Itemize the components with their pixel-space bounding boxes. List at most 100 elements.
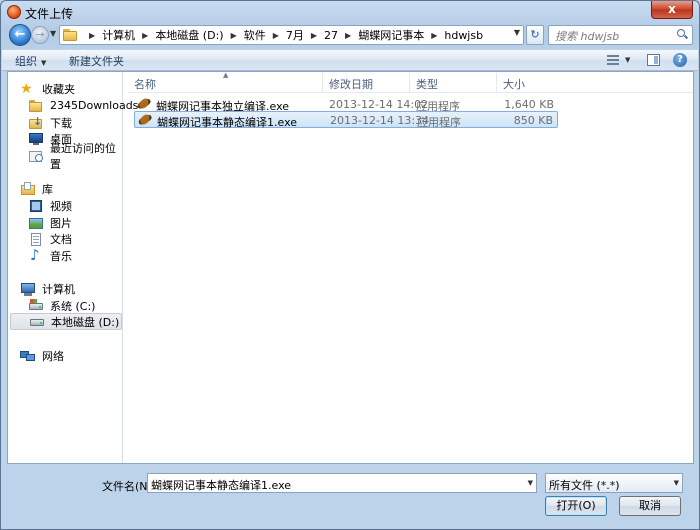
- view-options-icon[interactable]: [607, 55, 619, 65]
- sidebar-item-documents[interactable]: 文档: [28, 230, 122, 247]
- chevron-right-icon[interactable]: ▶: [231, 31, 237, 40]
- sidebar-item-videos[interactable]: 视频: [28, 197, 122, 214]
- file-size: 1,640 KB: [504, 98, 554, 111]
- recent-places-icon: [28, 149, 44, 163]
- navigation-bar: ← → ▼ ▶ 计算机 ▶ 本地磁盘 (D:) ▶ 软件 ▶ 7月 ▶ 27 ▶…: [1, 23, 699, 47]
- breadcrumb-27[interactable]: 27: [324, 29, 338, 42]
- breadcrumb-hdwjsb[interactable]: hdwjsb: [444, 29, 483, 42]
- sidebar-item-2345downloads[interactable]: 2345Downloads: [28, 97, 138, 114]
- sidebar-label: 2345Downloads: [50, 99, 139, 112]
- desktop-icon: [28, 132, 44, 146]
- sidebar-item-drive-c[interactable]: 系统 (C:): [28, 297, 122, 314]
- cancel-button[interactable]: 取消: [619, 496, 681, 516]
- sidebar-computer[interactable]: 计算机: [20, 280, 120, 297]
- file-type-filter-select[interactable]: 所有文件 (*.*) ▼: [545, 473, 683, 493]
- address-bar[interactable]: ▶ 计算机 ▶ 本地磁盘 (D:) ▶ 软件 ▶ 7月 ▶ 27 ▶ 蝴蝶网记事…: [59, 25, 524, 45]
- content-area: ★ 收藏夹 2345Downloads ↓ 下载 桌面 最近访问的位置 库 视频…: [7, 71, 694, 464]
- folder-icon: [28, 99, 44, 113]
- file-list: 名称 ▲ 修改日期 类型 大小 蝴蝶网记事本独立编译.exe 2013-12-1…: [128, 71, 693, 463]
- view-dropdown-icon[interactable]: ▼: [625, 56, 630, 64]
- command-toolbar: 组织 ▼ 新建文件夹 ▼ ?: [2, 49, 698, 71]
- breadcrumb-july[interactable]: 7月: [286, 27, 304, 43]
- column-header-modified[interactable]: 修改日期: [323, 73, 410, 93]
- breadcrumb-software[interactable]: 软件: [244, 27, 266, 43]
- navigation-pane: ★ 收藏夹 2345Downloads ↓ 下载 桌面 最近访问的位置 库 视频…: [8, 72, 138, 463]
- column-header-size[interactable]: 大小: [497, 73, 557, 93]
- sidebar-label: 音乐: [50, 249, 72, 263]
- sidebar-label: 计算机: [42, 282, 75, 296]
- sidebar-label: 视频: [50, 199, 72, 213]
- sidebar-libraries[interactable]: 库: [20, 180, 120, 197]
- file-row-selected[interactable]: 蝴蝶网记事本静态编译1.exe 2013-12-14 13:34 应用程序 85…: [134, 111, 558, 129]
- filename-input[interactable]: 蝴蝶网记事本静态编译1.exe ▼: [147, 473, 537, 493]
- video-icon: [28, 199, 44, 213]
- sidebar-item-drive-d[interactable]: 本地磁盘 (D:): [10, 313, 122, 330]
- sidebar-label: 文档: [50, 232, 72, 246]
- search-icon: [677, 29, 689, 40]
- filename-dropdown-icon[interactable]: ▼: [528, 479, 533, 487]
- file-modified: 2013-12-14 14:02: [329, 98, 429, 111]
- chevron-right-icon[interactable]: ▶: [142, 31, 148, 40]
- local-drive-icon: [29, 315, 45, 329]
- file-modified: 2013-12-14 13:34: [330, 114, 430, 127]
- sidebar-network[interactable]: 网络: [20, 347, 120, 364]
- sidebar-label: 图片: [50, 216, 72, 230]
- file-size: 850 KB: [513, 114, 553, 127]
- organize-button[interactable]: 组织 ▼: [15, 53, 46, 69]
- chevron-right-icon[interactable]: ▶: [431, 31, 437, 40]
- sidebar-item-music[interactable]: ♪ 音乐: [28, 247, 122, 264]
- sidebar-label: 下载: [50, 116, 72, 130]
- open-button[interactable]: 打开(O): [545, 496, 607, 516]
- computer-icon: [20, 282, 36, 296]
- system-drive-icon: [28, 298, 44, 313]
- sidebar-label: 库: [42, 182, 53, 196]
- chevron-right-icon[interactable]: ▶: [311, 31, 317, 40]
- title-bar: 文件上传 x: [1, 1, 699, 23]
- search-input[interactable]: 搜索 hdwjsb: [548, 25, 693, 45]
- breadcrumb-computer[interactable]: 计算机: [102, 27, 135, 43]
- file-upload-dialog: 文件上传 x ← → ▼ ▶ 计算机 ▶ 本地磁盘 (D:) ▶ 软件 ▶ 7月…: [0, 0, 700, 530]
- butterfly-exe-icon: [136, 96, 152, 111]
- chevron-right-icon[interactable]: ▶: [345, 31, 351, 40]
- column-header-type[interactable]: 类型: [410, 73, 497, 93]
- sidebar-item-recent-places[interactable]: 最近访问的位置: [28, 142, 122, 171]
- sidebar-item-pictures[interactable]: 图片: [28, 214, 122, 231]
- library-icon: [20, 181, 36, 196]
- refresh-button[interactable]: ↻: [526, 25, 544, 45]
- sidebar-favorites[interactable]: ★ 收藏夹: [20, 80, 120, 97]
- back-button[interactable]: ←: [9, 24, 31, 46]
- sidebar-label: 网络: [42, 349, 64, 363]
- filename-value: 蝴蝶网记事本静态编译1.exe: [151, 479, 292, 492]
- file-name: 蝴蝶网记事本静态编译1.exe: [157, 116, 298, 129]
- chevron-right-icon[interactable]: ▶: [89, 31, 95, 40]
- column-label: 名称: [134, 78, 156, 91]
- butterfly-exe-icon: [137, 112, 153, 127]
- network-icon: [20, 349, 36, 363]
- preview-pane-icon[interactable]: [647, 54, 660, 66]
- breadcrumb: ▶ 计算机 ▶ 本地磁盘 (D:) ▶ 软件 ▶ 7月 ▶ 27 ▶ 蝴蝶网记事…: [82, 26, 483, 44]
- chevron-right-icon[interactable]: ▶: [273, 31, 279, 40]
- filter-dropdown-icon[interactable]: ▼: [674, 479, 679, 487]
- breadcrumb-drive-d[interactable]: 本地磁盘 (D:): [155, 27, 223, 43]
- document-icon: [28, 232, 44, 246]
- window-title: 文件上传: [25, 7, 74, 21]
- breadcrumb-notepad[interactable]: 蝴蝶网记事本: [358, 27, 424, 43]
- picture-icon: [28, 216, 44, 230]
- sidebar-item-downloads[interactable]: ↓ 下载: [28, 114, 122, 131]
- caret-down-icon: ▼: [41, 59, 47, 67]
- sort-ascending-icon: ▲: [223, 71, 229, 79]
- new-folder-button[interactable]: 新建文件夹: [69, 53, 124, 69]
- forward-button[interactable]: →: [31, 26, 49, 44]
- download-folder-icon: ↓: [28, 116, 44, 130]
- filter-value: 所有文件 (*.*): [549, 479, 620, 492]
- star-icon: ★: [20, 80, 33, 97]
- sidebar-label: 系统 (C:): [50, 299, 96, 313]
- column-header-name[interactable]: 名称 ▲: [128, 71, 323, 93]
- organize-label: 组织: [15, 55, 37, 68]
- close-button[interactable]: x: [651, 1, 693, 19]
- search-placeholder: 搜索 hdwjsb: [555, 30, 620, 43]
- address-dropdown-icon[interactable]: ▼: [514, 28, 520, 37]
- help-icon[interactable]: ?: [673, 53, 687, 67]
- sidebar-label: 最近访问的位置: [50, 141, 116, 171]
- recent-pages-dropdown-icon[interactable]: ▼: [50, 29, 56, 38]
